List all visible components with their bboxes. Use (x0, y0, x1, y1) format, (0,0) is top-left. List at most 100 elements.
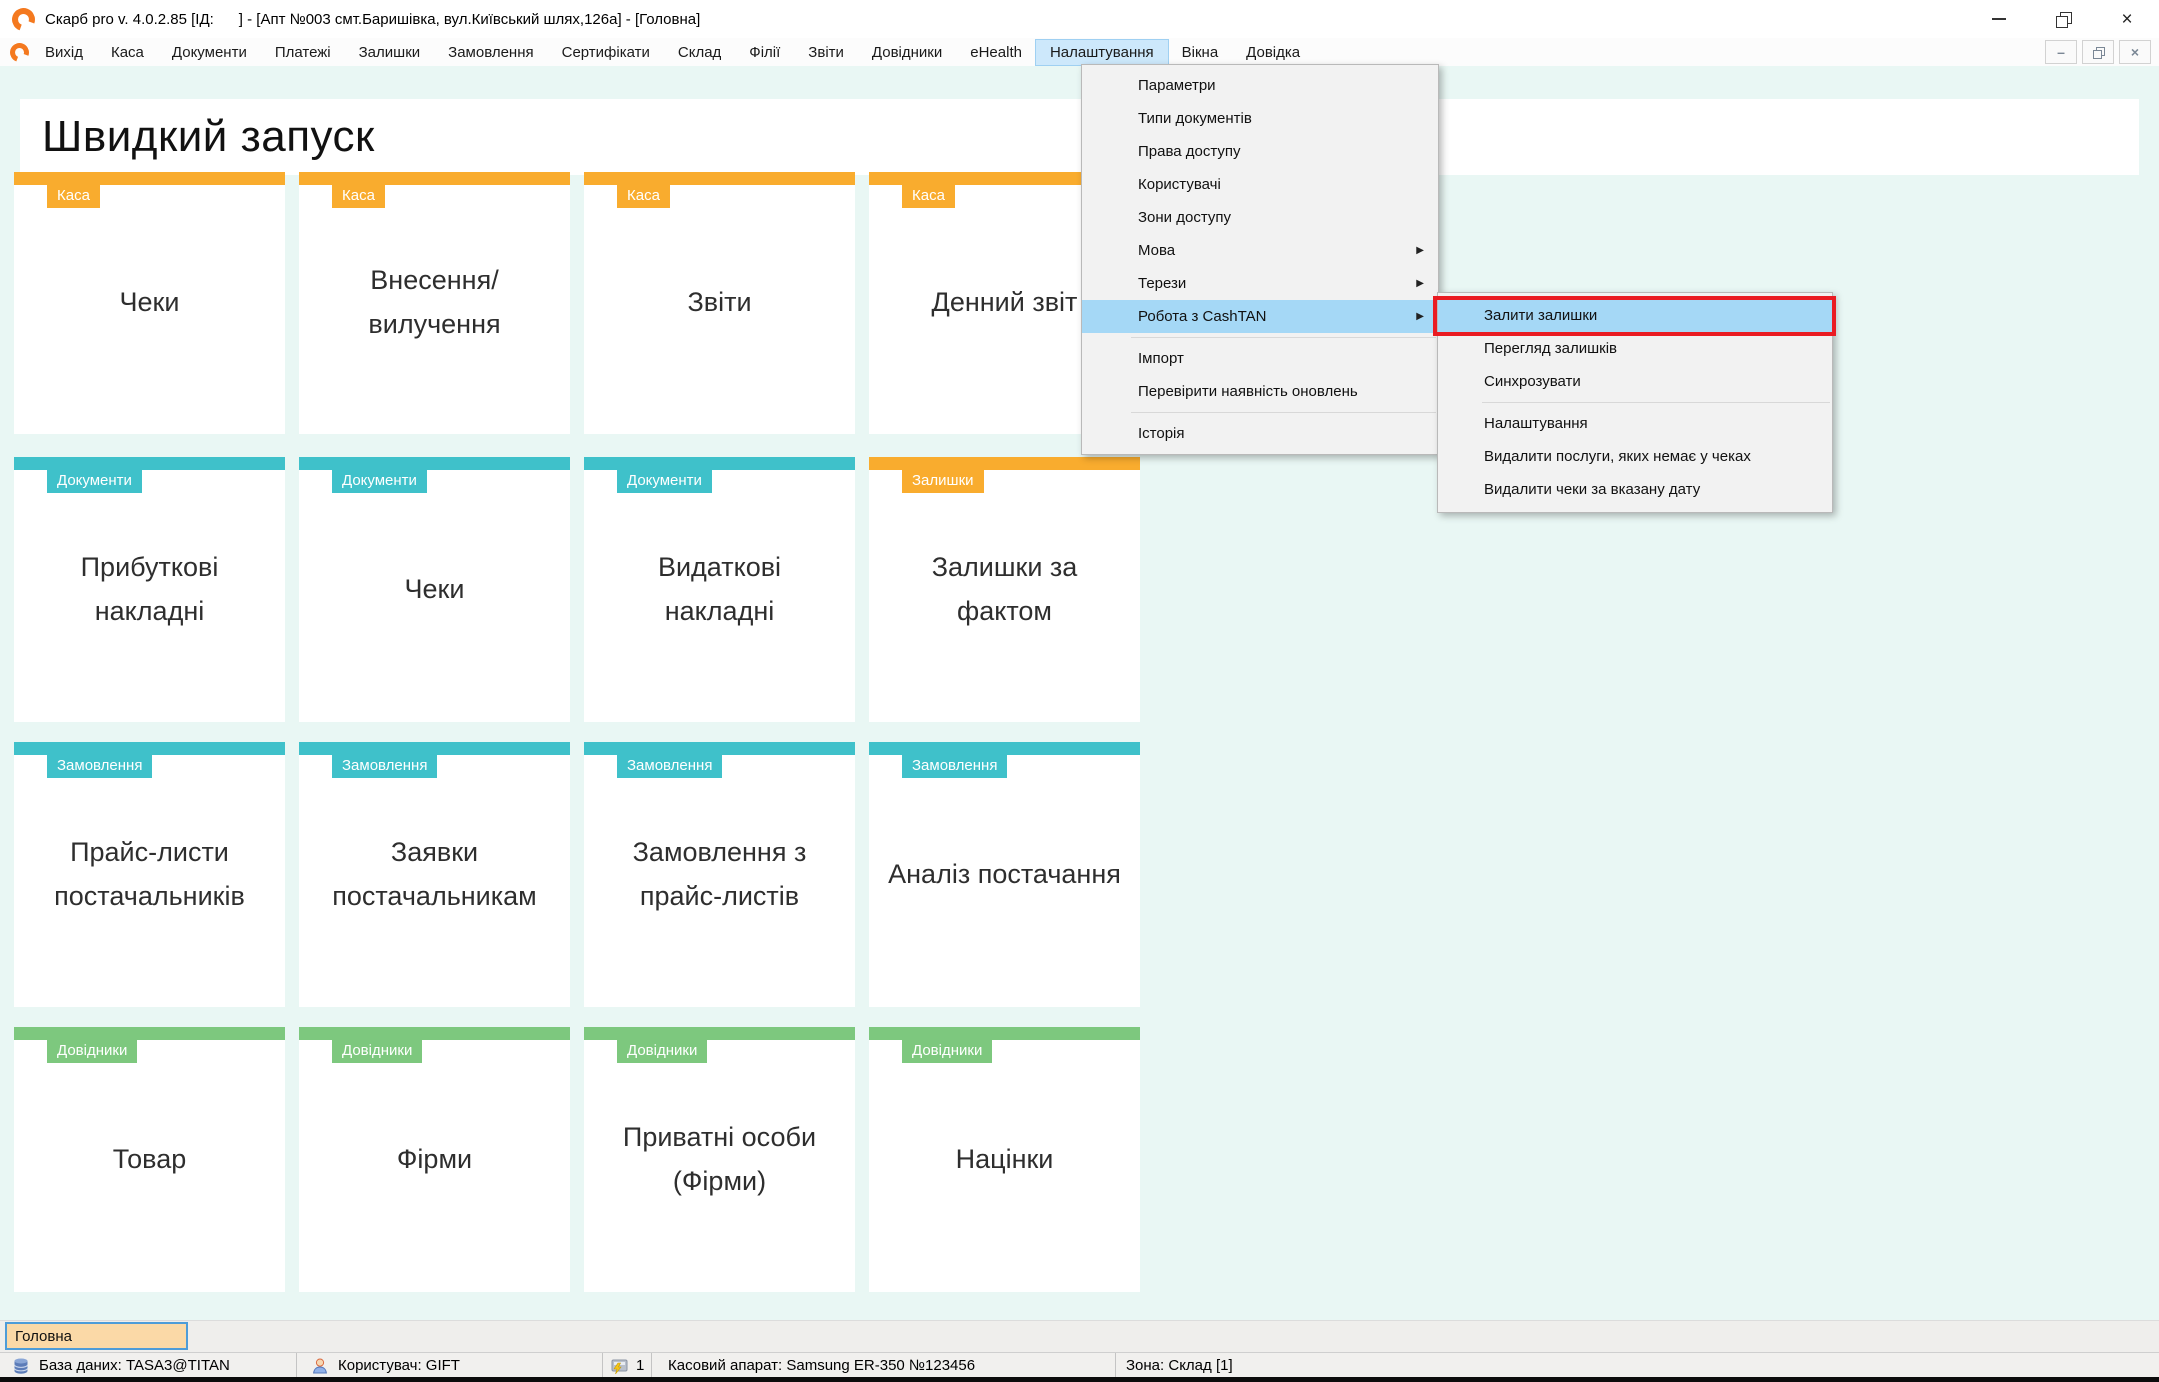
restore-button[interactable] (2031, 0, 2095, 38)
menu-item-label: Терези (1138, 275, 1186, 292)
menu-item-parametry[interactable]: Параметри (1082, 69, 1438, 102)
status-register: Касовий апарат: Samsung ER-350 №123456 (652, 1353, 1116, 1378)
menu-dovidka[interactable]: Довідка (1232, 40, 1314, 65)
menu-item-perevirity-onovlennia[interactable]: Перевірити наявність оновлень (1082, 375, 1438, 408)
minimize-icon (1992, 18, 2006, 20)
menu-item-terezy[interactable]: Терези ▶ (1082, 267, 1438, 300)
menu-item-mova[interactable]: Мова ▶ (1082, 234, 1438, 267)
tile-label: Прайс-листи постачальників (14, 742, 285, 1007)
menu-item-label: Робота з CashTAN (1138, 308, 1266, 325)
mdi-close-button[interactable]: × (2119, 40, 2151, 64)
menu-item-label: Налаштування (1484, 415, 1588, 432)
menu-zvity[interactable]: Звіти (794, 40, 858, 65)
menu-item-label: Залити залишки (1484, 307, 1597, 324)
mdi-window-controls: – × (2045, 40, 2151, 64)
tile-kasa-zvity[interactable]: Каса Звіти (584, 172, 855, 434)
submenu-item-zalyty-zalyshky[interactable]: Залити залишки (1438, 299, 1832, 332)
menu-item-prava-dostupu[interactable]: Права доступу (1082, 135, 1438, 168)
tile-label: Приватні особи (Фірми) (584, 1027, 855, 1292)
tile-label: Замовлення з прайс-листів (584, 742, 855, 1007)
menu-zamovlennia[interactable]: Замовлення (434, 40, 547, 65)
tile-kasa-cheky[interactable]: Каса Чеки (14, 172, 285, 434)
taskbar-edge (0, 1377, 2159, 1382)
menu-filii[interactable]: Філії (735, 40, 794, 65)
submenu-item-perehliad-zalyshkiv[interactable]: Перегляд залишків (1438, 332, 1832, 365)
tab-holovna[interactable]: Головна (5, 1322, 188, 1350)
menu-item-robota-z-cashtan[interactable]: Робота з CashTAN ▶ (1082, 300, 1438, 333)
status-register-count: 1 (603, 1353, 652, 1378)
restore-icon (2056, 12, 2071, 27)
tile-kasa-vnesennia[interactable]: Каса Внесення/вилучення (299, 172, 570, 434)
menu-ehealth[interactable]: eHealth (956, 40, 1036, 65)
menu-item-label: Перегляд залишків (1484, 340, 1617, 357)
tile-prais-lysty[interactable]: Замовлення Прайс-листи постачальників (14, 742, 285, 1007)
menu-dovidnyky[interactable]: Довідники (858, 40, 956, 65)
tile-tovar[interactable]: Довідники Товар (14, 1027, 285, 1292)
close-button[interactable]: × (2095, 0, 2159, 38)
tile-label: Видаткові накладні (584, 457, 855, 722)
menu-item-import[interactable]: Імпорт (1082, 342, 1438, 375)
submenu-arrow-icon: ▶ (1416, 311, 1424, 322)
tile-label: Прибуткові накладні (14, 457, 285, 722)
menu-vikna[interactable]: Вікна (1168, 40, 1233, 65)
status-zone-text: Зона: Склад [1] (1126, 1357, 1233, 1374)
tile-label: Аналіз постачання (869, 742, 1140, 1007)
database-icon (12, 1357, 30, 1375)
tile-label: Заявки постачальникам (299, 742, 570, 1007)
menu-item-label: Історія (1138, 425, 1185, 442)
submenu-item-vydalyty-posluhy[interactable]: Видалити послуги, яких немає у чеках (1438, 440, 1832, 473)
submenu-item-synkhrozuvaty[interactable]: Синхрозувати (1438, 365, 1832, 398)
menu-item-label: Користувачі (1138, 176, 1221, 193)
tile-label: Чеки (299, 457, 570, 722)
menu-item-typy-dokumentiv[interactable]: Типи документів (1082, 102, 1438, 135)
menu-nalashtuvannia[interactable]: Налаштування (1036, 40, 1168, 65)
tile-firmy[interactable]: Довідники Фірми (299, 1027, 570, 1292)
menu-item-label: Перевірити наявність оновлень (1138, 383, 1358, 400)
status-user-text: Користувач: GIFT (338, 1357, 460, 1374)
page-title: Швидкий запуск (42, 112, 375, 162)
window-controls: × (1967, 0, 2159, 38)
menu-vyhid[interactable]: Вихід (31, 40, 97, 65)
menu-sertyfikaty[interactable]: Сертифікати (548, 40, 664, 65)
menu-item-istoriia[interactable]: Історія (1082, 417, 1438, 450)
submenu-item-nalashtuvannia[interactable]: Налаштування (1438, 407, 1832, 440)
app-logo-small-icon (7, 39, 32, 64)
tile-label: Звіти (584, 172, 855, 434)
cashtan-submenu: Залити залишки Перегляд залишків Синхроз… (1437, 292, 1833, 513)
menu-item-label: Мова (1138, 242, 1175, 259)
mdi-restore-button[interactable] (2082, 40, 2114, 64)
close-icon: × (2121, 10, 2132, 29)
tile-doc-prybutkovi[interactable]: Документи Прибуткові накладні (14, 457, 285, 722)
tile-label: Залишки за фактом (869, 457, 1140, 722)
submenu-arrow-icon: ▶ (1416, 245, 1424, 256)
menu-kasa[interactable]: Каса (97, 40, 158, 65)
menu-item-korystuvachi[interactable]: Користувачі (1082, 168, 1438, 201)
menu-zalyshky[interactable]: Залишки (345, 40, 435, 65)
tile-analiz-postachannia[interactable]: Замовлення Аналіз постачання (869, 742, 1140, 1007)
tile-doc-vydatkovi[interactable]: Документи Видаткові накладні (584, 457, 855, 722)
menu-separator (1131, 412, 1436, 413)
settings-dropdown-menu: Параметри Типи документів Права доступу … (1081, 64, 1439, 455)
tile-natsinky[interactable]: Довідники Націнки (869, 1027, 1140, 1292)
menu-sklad[interactable]: Склад (664, 40, 735, 65)
status-database-text: База даних: TASA3@TITAN (39, 1357, 230, 1374)
submenu-item-vydalyty-cheky[interactable]: Видалити чеки за вказану дату (1438, 473, 1832, 506)
tile-zamovlennia-z-prais[interactable]: Замовлення Замовлення з прайс-листів (584, 742, 855, 1007)
window-title: Скарб pro v. 4.0.2.85 [ІД: ] - [Апт №003… (45, 11, 700, 28)
tile-doc-cheky[interactable]: Документи Чеки (299, 457, 570, 722)
submenu-arrow-icon: ▶ (1416, 278, 1424, 289)
tile-zalyshky-za-faktom[interactable]: Залишки Залишки за фактом (869, 457, 1140, 722)
status-register-count-text: 1 (636, 1357, 644, 1374)
menu-item-label: Імпорт (1138, 350, 1184, 367)
mdi-minimize-button[interactable]: – (2045, 40, 2077, 64)
minimize-button[interactable] (1967, 0, 2031, 38)
menu-item-zony-dostupu[interactable]: Зони доступу (1082, 201, 1438, 234)
menu-dokumenty[interactable]: Документи (158, 40, 261, 65)
app-window: Скарб pro v. 4.0.2.85 [ІД: ] - [Апт №003… (0, 0, 2159, 1382)
menu-platezhi[interactable]: Платежі (261, 40, 345, 65)
tile-zaiavky[interactable]: Замовлення Заявки постачальникам (299, 742, 570, 1007)
menu-item-label: Типи документів (1138, 110, 1252, 127)
menu-item-label: Права доступу (1138, 143, 1241, 160)
status-zone: Зона: Склад [1] (1116, 1353, 2159, 1378)
tile-pryvatni-osoby[interactable]: Довідники Приватні особи (Фірми) (584, 1027, 855, 1292)
